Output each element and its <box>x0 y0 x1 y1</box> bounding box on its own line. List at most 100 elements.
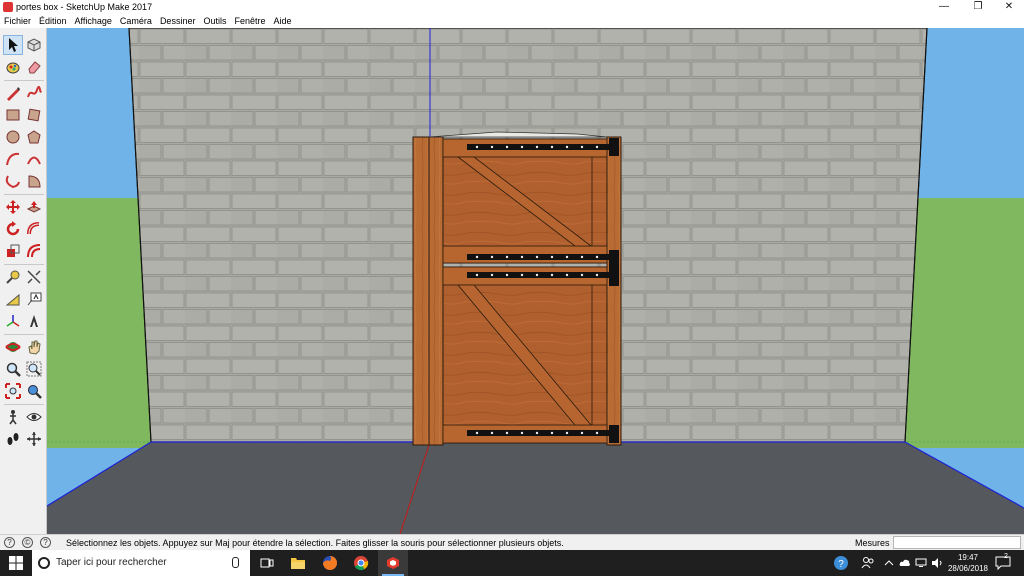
notification-icon <box>995 556 1011 570</box>
menu-edition[interactable]: Édition <box>35 14 71 28</box>
onedrive-tray-button[interactable] <box>898 550 912 576</box>
taskbar-search-box[interactable]: Taper ici pour rechercher <box>32 550 250 576</box>
firefox-button[interactable] <box>315 550 345 576</box>
crosshair-arrows-icon <box>27 432 41 446</box>
scale-tool[interactable] <box>3 241 23 261</box>
make-component-tool[interactable] <box>24 35 44 55</box>
two-point-arc-tool[interactable] <box>24 149 44 169</box>
pie-tool[interactable] <box>24 171 44 191</box>
paint-bucket-icon <box>6 62 20 74</box>
network-icon <box>915 558 927 567</box>
question-badge-icon: ? <box>834 556 848 570</box>
previous-view-tool[interactable] <box>24 381 44 401</box>
menu-outils[interactable]: Outils <box>199 14 230 28</box>
menu-fichier[interactable]: Fichier <box>0 14 35 28</box>
text-tool[interactable] <box>24 289 44 309</box>
rotated-rectangle-icon <box>27 108 41 122</box>
3d-text-icon <box>30 315 38 327</box>
offset-icon <box>27 244 41 258</box>
menu-camera[interactable]: Caméra <box>116 14 156 28</box>
offset-tool[interactable] <box>24 241 44 261</box>
three-point-arc-icon <box>5 175 20 189</box>
geolocation-icon[interactable]: ? <box>4 537 15 548</box>
chrome-button[interactable] <box>346 550 376 576</box>
push-pull-icon <box>26 201 42 213</box>
modeling-viewport[interactable] <box>47 28 1024 534</box>
previous-view-icon <box>28 385 42 399</box>
cortana-circle-icon <box>38 557 50 569</box>
paint-bucket-tool[interactable] <box>3 57 23 77</box>
measures-input[interactable] <box>893 536 1021 549</box>
menu-aide[interactable]: Aide <box>270 14 296 28</box>
zoom-extents-tool[interactable] <box>3 381 23 401</box>
tape-measure-icon <box>6 270 20 284</box>
pencil-icon <box>7 87 20 101</box>
volume-tray-button[interactable] <box>930 550 944 576</box>
notification-count: 2 <box>1004 553 1008 560</box>
help-icon[interactable]: ? <box>40 537 51 548</box>
clock-date: 28/06/2018 <box>947 564 989 573</box>
orbit-tool[interactable] <box>3 337 23 357</box>
task-view-button[interactable] <box>252 550 282 576</box>
people-tray-button[interactable] <box>858 550 878 576</box>
section-plane-tool[interactable] <box>24 429 44 449</box>
axes-tool[interactable] <box>3 311 23 331</box>
pan-tool[interactable] <box>24 337 44 357</box>
protractor-tool[interactable] <box>3 289 23 309</box>
measures-label: Mesures <box>855 538 890 548</box>
line-tool[interactable] <box>3 83 23 103</box>
eraser-tool[interactable] <box>24 57 44 77</box>
sketchup-taskbar-button[interactable] <box>378 550 408 576</box>
menu-affichage[interactable]: Affichage <box>71 14 116 28</box>
3d-text-tool[interactable] <box>24 311 44 331</box>
zoom-tool[interactable] <box>3 359 23 379</box>
follow-me-tool[interactable] <box>24 219 44 239</box>
scale-icon <box>7 244 20 257</box>
minimize-button[interactable]: — <box>929 0 959 14</box>
start-button[interactable] <box>0 550 32 576</box>
circle-tool[interactable] <box>3 127 23 147</box>
push-pull-tool[interactable] <box>24 197 44 217</box>
magnifier-icon <box>6 362 21 377</box>
toolbar-separator <box>4 334 44 335</box>
select-tool[interactable] <box>3 35 23 55</box>
file-explorer-button[interactable] <box>283 550 313 576</box>
component-box-icon <box>27 38 41 52</box>
zoom-extents-icon <box>5 383 21 399</box>
floor-slab <box>47 442 1024 534</box>
hand-pan-icon <box>28 340 41 355</box>
arc-icon <box>6 152 20 166</box>
rotate-tool[interactable] <box>3 219 23 239</box>
help-tray-button[interactable]: ? <box>830 550 852 576</box>
close-button[interactable]: ✕ <box>994 0 1024 14</box>
look-around-tool[interactable] <box>24 407 44 427</box>
task-view-icon <box>260 558 274 568</box>
zoom-window-tool[interactable] <box>24 359 44 379</box>
dimension-tool[interactable] <box>24 267 44 287</box>
action-center-button[interactable]: 2 <box>994 553 1012 572</box>
position-camera-tool[interactable] <box>3 407 23 427</box>
freehand-tool[interactable] <box>24 83 44 103</box>
tape-measure-tool[interactable] <box>3 267 23 287</box>
person-standing-icon <box>9 410 17 425</box>
menu-dessiner[interactable]: Dessiner <box>156 14 200 28</box>
rotated-rectangle-tool[interactable] <box>24 105 44 125</box>
door-assembly[interactable] <box>412 131 622 446</box>
people-icon <box>861 557 874 569</box>
toolbar-separator <box>4 264 44 265</box>
three-point-arc-tool[interactable] <box>3 171 23 191</box>
menu-fenetre[interactable]: Fenêtre <box>230 14 269 28</box>
move-tool[interactable] <box>3 197 23 217</box>
status-bar: ? © ? Sélectionnez les objets. Appuyez s… <box>0 534 1024 550</box>
microphone-icon[interactable] <box>232 557 239 568</box>
maximize-button[interactable]: ❐ <box>963 0 993 14</box>
show-hidden-icons-button[interactable] <box>882 550 896 576</box>
taskbar-clock[interactable]: 19:47 28/06/2018 <box>946 552 990 574</box>
rotate-icon <box>6 221 20 236</box>
walk-tool[interactable] <box>3 429 23 449</box>
polygon-tool[interactable] <box>24 127 44 147</box>
arc-tool[interactable] <box>3 149 23 169</box>
network-tray-button[interactable] <box>914 550 928 576</box>
credits-icon[interactable]: © <box>22 537 33 548</box>
rectangle-tool[interactable] <box>3 105 23 125</box>
